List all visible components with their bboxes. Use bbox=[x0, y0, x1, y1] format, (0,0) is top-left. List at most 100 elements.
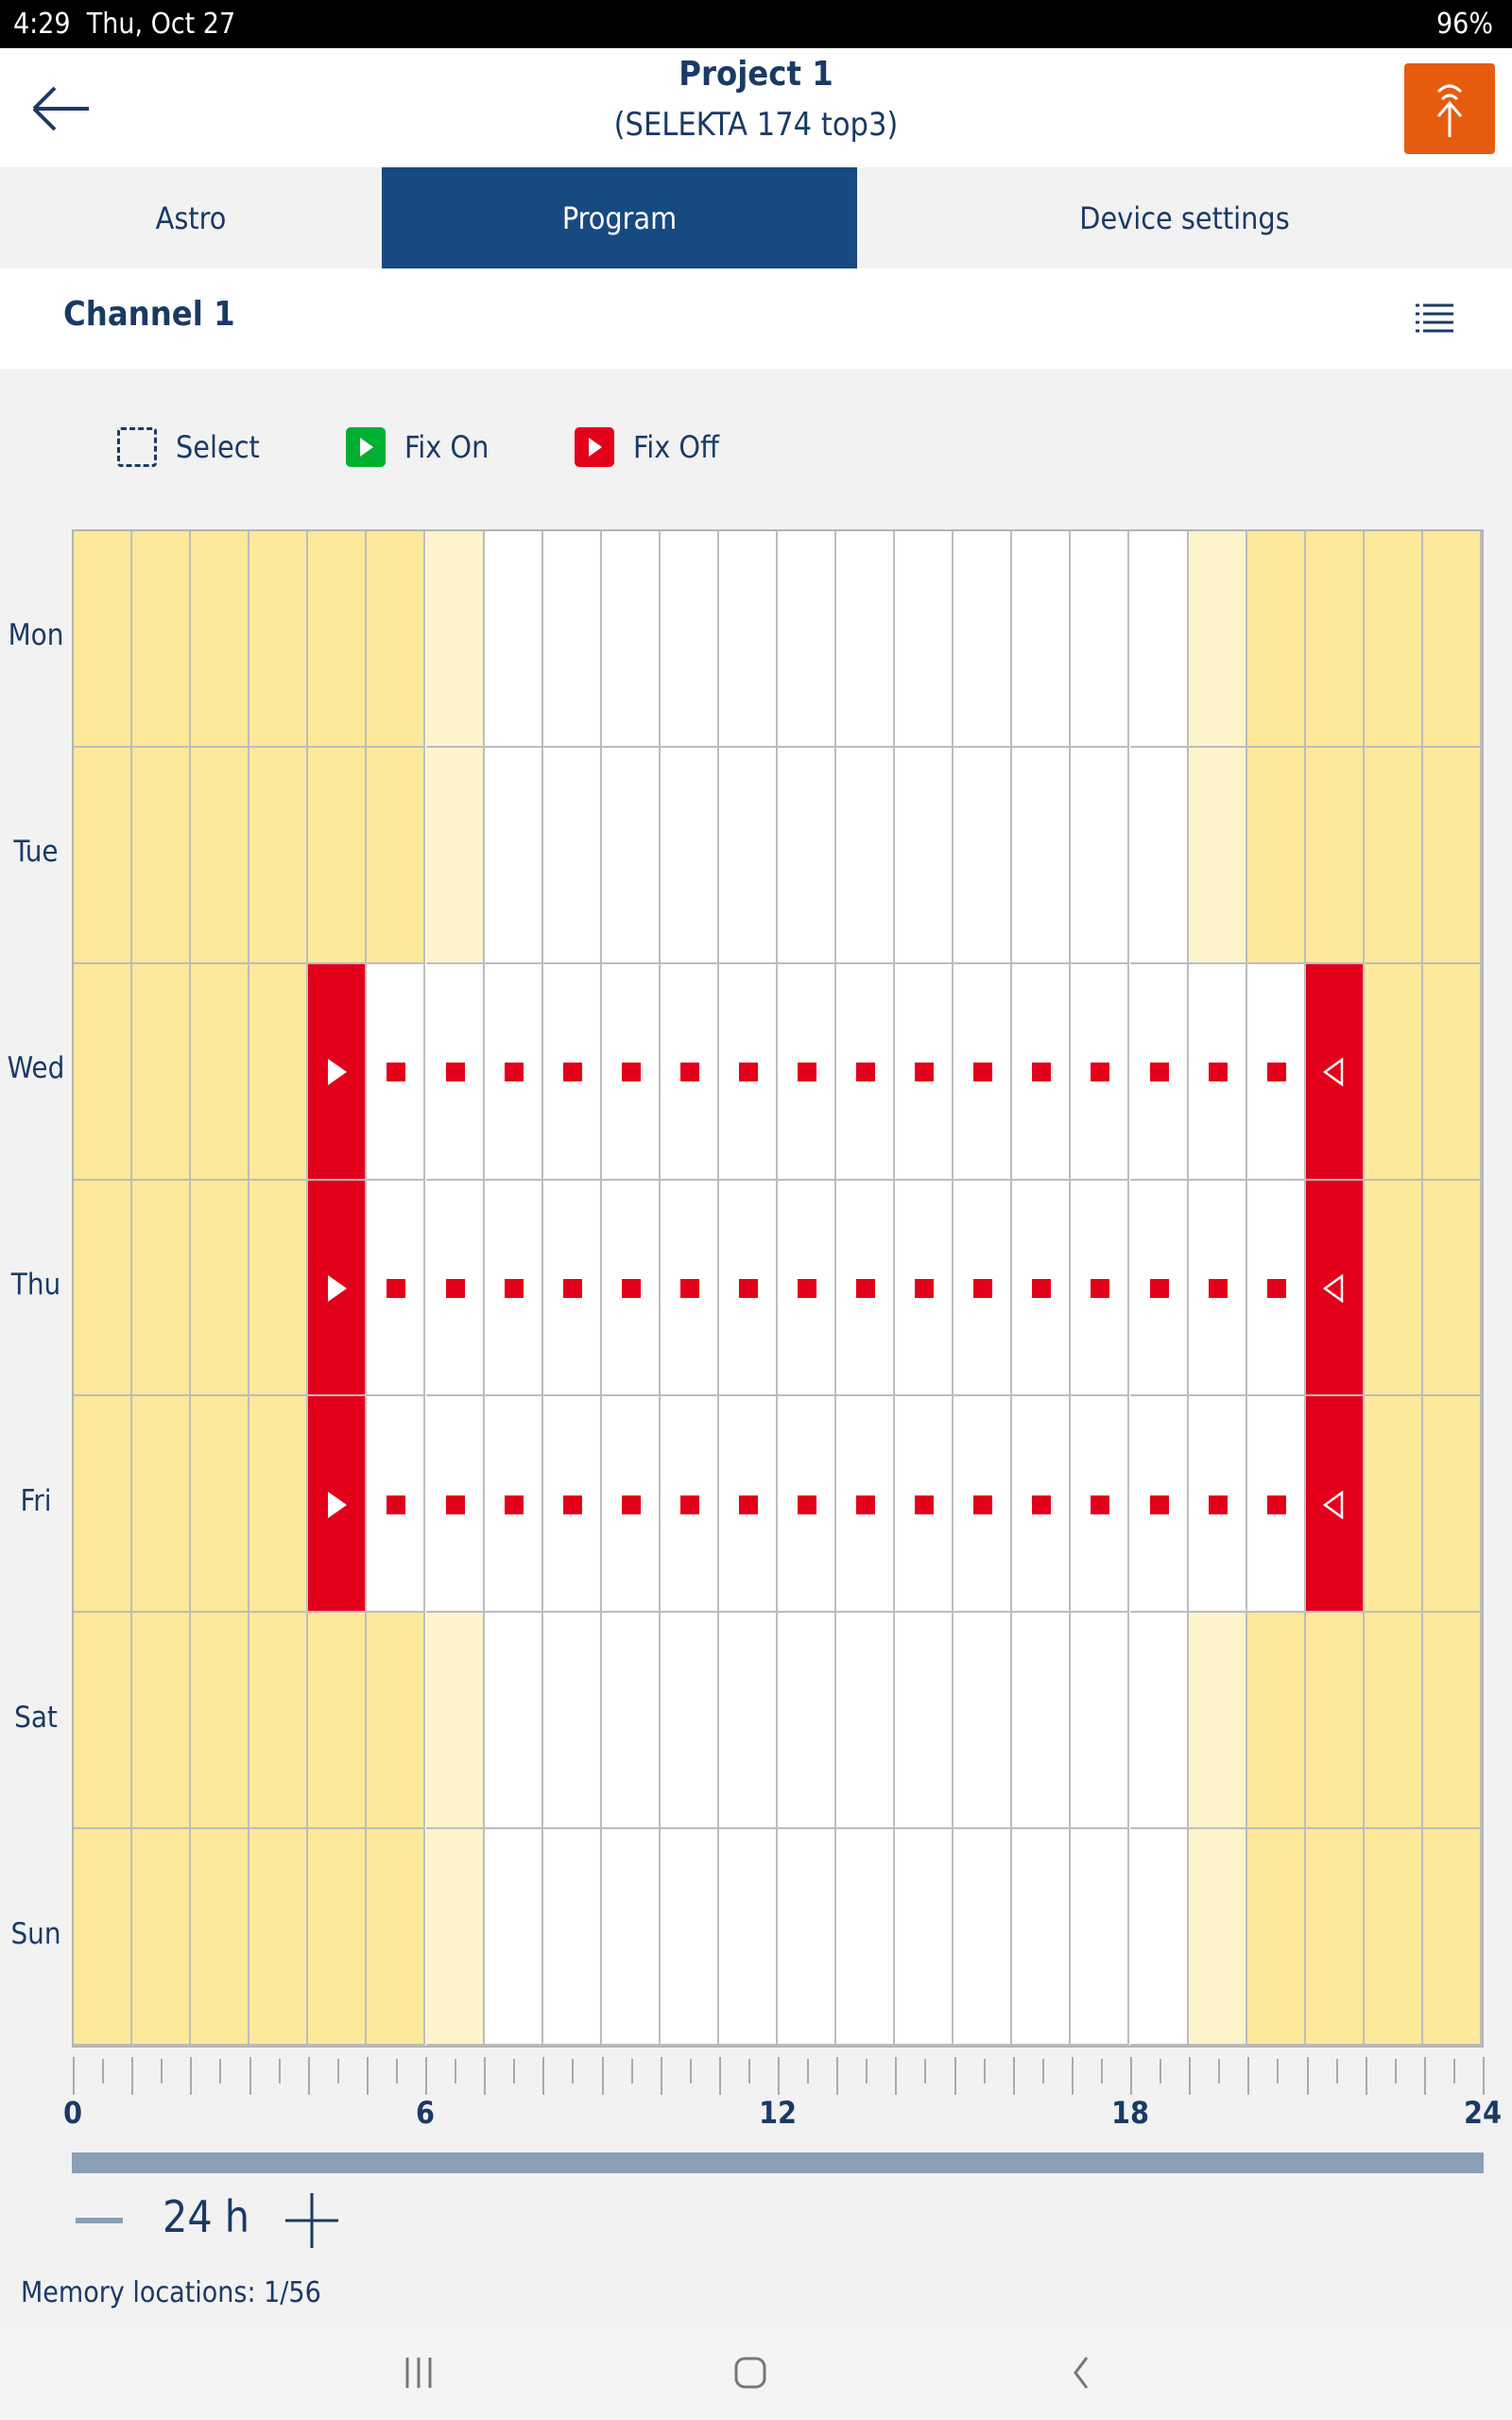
schedule-cell[interactable] bbox=[191, 747, 250, 964]
schedule-cell[interactable] bbox=[308, 1613, 368, 1830]
schedule-cell[interactable] bbox=[778, 963, 837, 1181]
schedule-cell[interactable] bbox=[895, 1613, 954, 1830]
schedule-cell[interactable] bbox=[1246, 747, 1306, 964]
schedule-cell[interactable] bbox=[74, 963, 133, 1181]
schedule-cell[interactable] bbox=[836, 747, 896, 964]
schedule-cell[interactable] bbox=[954, 747, 1013, 964]
schedule-cell[interactable] bbox=[542, 1180, 602, 1397]
schedule-cell[interactable] bbox=[1188, 1180, 1247, 1397]
schedule-cell[interactable] bbox=[1129, 1613, 1189, 1830]
schedule-cell[interactable] bbox=[778, 1180, 837, 1397]
schedule-cell[interactable] bbox=[1012, 1829, 1072, 2046]
schedule-cell[interactable] bbox=[954, 1613, 1013, 1830]
schedule-cell[interactable] bbox=[74, 1829, 133, 2046]
schedule-cell[interactable] bbox=[1071, 1613, 1130, 1830]
schedule-cell[interactable] bbox=[1364, 747, 1423, 964]
schedule-cell[interactable] bbox=[74, 747, 133, 964]
schedule-cell[interactable] bbox=[895, 1829, 954, 2046]
schedule-cell[interactable] bbox=[1012, 747, 1072, 964]
schedule-cell[interactable] bbox=[1422, 531, 1482, 748]
schedule-cell[interactable] bbox=[191, 531, 250, 748]
schedule-cell[interactable] bbox=[191, 1613, 250, 1830]
schedule-cell[interactable] bbox=[484, 1396, 543, 1614]
schedule-cell[interactable] bbox=[132, 963, 192, 1181]
schedule-cell[interactable] bbox=[74, 1613, 133, 1830]
schedule-cell[interactable] bbox=[601, 1180, 661, 1397]
schedule-cell[interactable] bbox=[308, 963, 368, 1181]
schedule-cell[interactable] bbox=[954, 963, 1013, 1181]
legend-fix-off[interactable]: Fix Off bbox=[575, 427, 719, 467]
schedule-cell[interactable] bbox=[836, 1613, 896, 1830]
schedule-cell[interactable] bbox=[601, 1829, 661, 2046]
zoom-in-button[interactable] bbox=[284, 2193, 340, 2248]
schedule-cell[interactable] bbox=[718, 963, 778, 1181]
schedule-cell[interactable] bbox=[1422, 1396, 1482, 1614]
schedule-cell[interactable] bbox=[1071, 1396, 1130, 1614]
schedule-cell[interactable] bbox=[484, 531, 543, 748]
schedule-cell[interactable] bbox=[425, 1396, 485, 1614]
schedule-cell[interactable] bbox=[1364, 963, 1423, 1181]
timeline-scrollbar[interactable] bbox=[72, 2152, 1484, 2173]
schedule-cell[interactable] bbox=[718, 531, 778, 748]
tab-program[interactable]: Program bbox=[382, 167, 857, 268]
schedule-cell[interactable] bbox=[778, 1613, 837, 1830]
schedule-cell[interactable] bbox=[660, 1829, 719, 2046]
home-icon[interactable] bbox=[733, 2354, 767, 2392]
schedule-cell[interactable] bbox=[542, 747, 602, 964]
schedule-cell[interactable] bbox=[836, 1829, 896, 2046]
schedule-cell[interactable] bbox=[1305, 1829, 1365, 2046]
schedule-cell[interactable] bbox=[1188, 1613, 1247, 1830]
schedule-cell[interactable] bbox=[425, 1613, 485, 1830]
schedule-cell[interactable] bbox=[1422, 1829, 1482, 2046]
schedule-cell[interactable] bbox=[601, 531, 661, 748]
schedule-cell[interactable] bbox=[1129, 747, 1189, 964]
schedule-cell[interactable] bbox=[484, 747, 543, 964]
schedule-cell[interactable] bbox=[660, 963, 719, 1181]
schedule-cell[interactable] bbox=[367, 963, 426, 1181]
schedule-cell[interactable] bbox=[308, 747, 368, 964]
schedule-cell[interactable] bbox=[1305, 531, 1365, 748]
schedule-cell[interactable] bbox=[1246, 1829, 1306, 2046]
tab-astro[interactable]: Astro bbox=[0, 167, 382, 268]
schedule-cell[interactable] bbox=[895, 747, 954, 964]
schedule-cell[interactable] bbox=[601, 1613, 661, 1830]
schedule-cell[interactable] bbox=[778, 747, 837, 964]
schedule-cell[interactable] bbox=[1188, 747, 1247, 964]
schedule-cell[interactable] bbox=[249, 963, 309, 1181]
schedule-cell[interactable] bbox=[542, 1396, 602, 1614]
schedule-cell[interactable] bbox=[132, 1613, 192, 1830]
schedule-cell[interactable] bbox=[660, 1396, 719, 1614]
schedule-cell[interactable] bbox=[542, 531, 602, 748]
schedule-cell[interactable] bbox=[425, 747, 485, 964]
schedule-cell[interactable] bbox=[484, 963, 543, 1181]
schedule-cell[interactable] bbox=[1422, 1613, 1482, 1830]
schedule-cell[interactable] bbox=[1012, 963, 1072, 1181]
schedule-cell[interactable] bbox=[1246, 963, 1306, 1181]
schedule-cell[interactable] bbox=[1129, 1396, 1189, 1614]
schedule-cell[interactable] bbox=[191, 1829, 250, 2046]
schedule-cell[interactable] bbox=[1012, 1396, 1072, 1614]
schedule-cell[interactable] bbox=[484, 1829, 543, 2046]
schedule-cell[interactable] bbox=[1364, 1613, 1423, 1830]
schedule-cell[interactable] bbox=[74, 1180, 133, 1397]
schedule-cell[interactable] bbox=[778, 531, 837, 748]
transfer-button[interactable] bbox=[1404, 63, 1495, 154]
schedule-cell[interactable] bbox=[954, 531, 1013, 748]
schedule-cell[interactable] bbox=[778, 1829, 837, 2046]
tab-device-settings[interactable]: Device settings bbox=[857, 167, 1512, 268]
schedule-cell[interactable] bbox=[191, 1396, 250, 1614]
schedule-cell[interactable] bbox=[1071, 1829, 1130, 2046]
schedule-cell[interactable] bbox=[836, 963, 896, 1181]
schedule-cell[interactable] bbox=[954, 1180, 1013, 1397]
recent-apps-icon[interactable] bbox=[402, 2354, 436, 2392]
schedule-cell[interactable] bbox=[249, 1180, 309, 1397]
system-back-icon[interactable] bbox=[1068, 2354, 1096, 2392]
schedule-cell[interactable] bbox=[484, 1180, 543, 1397]
schedule-cell[interactable] bbox=[132, 1180, 192, 1397]
schedule-cell[interactable] bbox=[895, 1180, 954, 1397]
schedule-cell[interactable] bbox=[249, 1613, 309, 1830]
schedule-cell[interactable] bbox=[1188, 963, 1247, 1181]
schedule-cell[interactable] bbox=[1364, 531, 1423, 748]
schedule-cell[interactable] bbox=[1305, 747, 1365, 964]
schedule-cell[interactable] bbox=[1188, 1396, 1247, 1614]
